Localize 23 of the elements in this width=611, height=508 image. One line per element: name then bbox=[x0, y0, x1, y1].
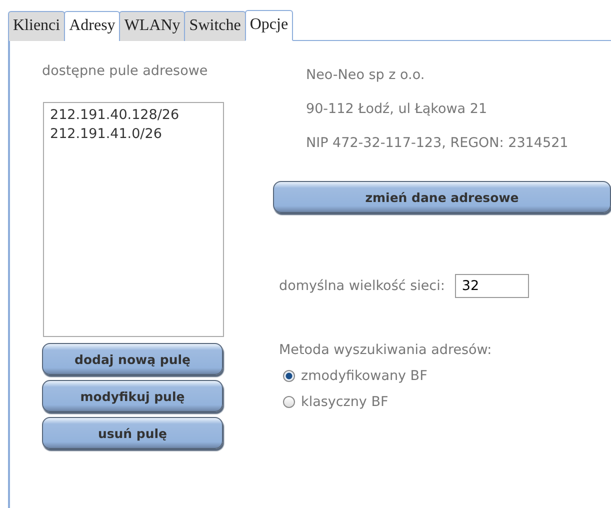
radio-label[interactable]: zmodyfikowany BF bbox=[301, 368, 428, 384]
pool-item[interactable]: 212.191.40.128/26 bbox=[50, 107, 217, 123]
tab[interactable]: Opcje bbox=[244, 10, 294, 41]
radio-button[interactable] bbox=[283, 396, 295, 408]
pool-button[interactable]: dodaj nową pulę bbox=[42, 343, 223, 375]
company-info: NIP 472-32-117-123, REGON: 2314521 bbox=[306, 135, 570, 151]
tab[interactable]: Klienci bbox=[8, 11, 66, 41]
pools-label: dostępne pule adresowe bbox=[42, 63, 209, 79]
network-size-field[interactable]: 32 bbox=[454, 274, 529, 298]
tab[interactable]: Switche bbox=[184, 11, 246, 41]
pool-item[interactable]: 212.191.41.0/26 bbox=[50, 126, 217, 142]
radio-label[interactable]: klasyczny BF bbox=[301, 394, 388, 410]
tab[interactable]: Adresy bbox=[64, 11, 120, 41]
network-size-label: domyślna wielkość sieci: bbox=[279, 278, 445, 294]
pool-list[interactable]: 212.191.40.128/26 212.191.41.0/26 bbox=[43, 102, 224, 337]
tab[interactable]: WLANy bbox=[119, 11, 186, 41]
search-method-label: Metoda wyszukiwania adresów: bbox=[279, 342, 493, 358]
pool-button[interactable]: modyfikuj pulę bbox=[42, 380, 223, 412]
company-info: Neo-Neo sp z o.o. bbox=[306, 67, 426, 83]
radio-button[interactable] bbox=[283, 370, 295, 382]
edit-address-button[interactable]: zmień dane adresowe bbox=[273, 181, 611, 213]
pool-button[interactable]: usuń pulę bbox=[42, 417, 223, 449]
company-info: 90-112 Łodź, ul Łąkowa 21 bbox=[306, 101, 488, 117]
